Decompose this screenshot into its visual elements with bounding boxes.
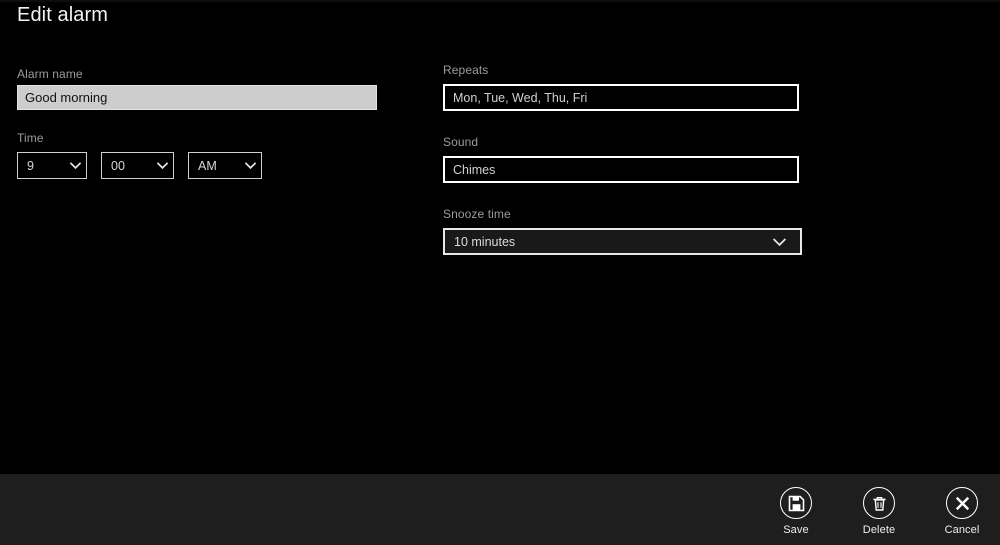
- delete-button-label: Delete: [862, 524, 896, 536]
- trash-icon: [863, 487, 895, 519]
- cancel-button-label: Cancel: [944, 524, 980, 536]
- save-button-label: Save: [783, 524, 809, 536]
- chevron-down-icon: [151, 153, 173, 178]
- snooze-time-dropdown[interactable]: 10 minutes: [443, 228, 802, 255]
- edit-alarm-page: Edit alarm Alarm name Time 9 00 AM: [0, 0, 1000, 545]
- period-value: AM: [198, 158, 217, 173]
- close-icon: [946, 487, 978, 519]
- repeats-label: Repeats: [443, 63, 489, 77]
- chevron-down-icon: [239, 153, 261, 178]
- alarm-name-input[interactable]: [17, 85, 377, 110]
- chevron-down-icon: [772, 237, 800, 247]
- save-icon: [780, 487, 812, 519]
- sound-field[interactable]: Chimes: [443, 156, 799, 183]
- sound-value: Chimes: [453, 162, 496, 177]
- hour-value: 9: [27, 158, 34, 173]
- app-bar-button-group: Save Delete Cancel: [780, 474, 980, 545]
- minute-value: 00: [111, 158, 125, 173]
- delete-button[interactable]: Delete: [863, 487, 895, 536]
- time-selectors: 9 00 AM: [17, 152, 262, 179]
- hour-dropdown[interactable]: 9: [17, 152, 87, 179]
- snooze-time-value: 10 minutes: [454, 234, 516, 249]
- repeats-field[interactable]: Mon, Tue, Wed, Thu, Fri: [443, 84, 799, 111]
- app-bar: Save Delete Cancel: [0, 474, 1000, 545]
- period-dropdown[interactable]: AM: [188, 152, 262, 179]
- save-button[interactable]: Save: [780, 487, 812, 536]
- repeats-value: Mon, Tue, Wed, Thu, Fri: [453, 90, 588, 105]
- alarm-name-label: Alarm name: [17, 67, 83, 81]
- minute-dropdown[interactable]: 00: [101, 152, 174, 179]
- window-top-edge: [0, 0, 1000, 2]
- chevron-down-icon: [64, 153, 86, 178]
- snooze-time-label: Snooze time: [443, 207, 511, 221]
- sound-label: Sound: [443, 135, 479, 149]
- cancel-button[interactable]: Cancel: [944, 487, 980, 536]
- time-label: Time: [17, 131, 44, 145]
- page-title: Edit alarm: [17, 4, 109, 26]
